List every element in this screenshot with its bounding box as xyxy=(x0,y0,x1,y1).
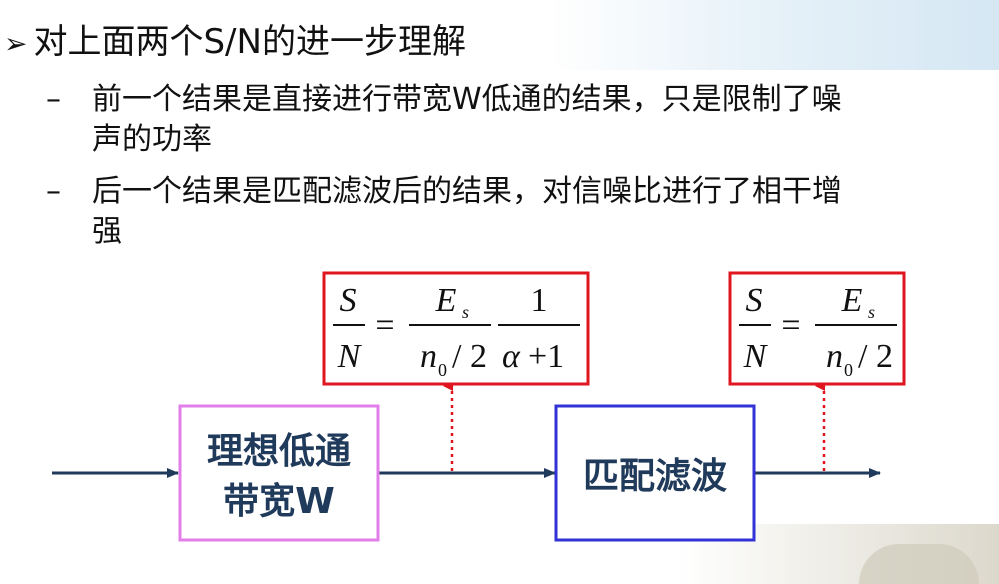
formula-1-one: 1 xyxy=(531,282,548,319)
lowpass-label-1: 理想低通 xyxy=(207,431,351,472)
formula-2-n: n xyxy=(826,338,843,375)
formula-1-s-sub: s xyxy=(462,302,469,322)
formula-2-zero-sub: 0 xyxy=(844,360,853,380)
formula-2-slash2: / 2 xyxy=(858,338,893,375)
lowpass-label-2: 带宽W xyxy=(223,480,335,522)
formula-1-N: N xyxy=(337,338,363,375)
block-diagram: 理想低通 带宽W 匹配滤波 S N = E s n 0 / 2 1 α +1 S… xyxy=(52,271,906,542)
formula-2-N: N xyxy=(743,338,769,375)
formula-1-zero-sub: 0 xyxy=(438,360,447,380)
formula-1-n: n xyxy=(420,338,437,375)
formula-2-eq: = xyxy=(781,307,800,344)
formula-1-eq: = xyxy=(375,307,394,344)
formula-2-S: S xyxy=(746,282,763,319)
formula-2-E: E xyxy=(841,282,863,319)
formula-1-alpha: α xyxy=(502,338,521,375)
matched-filter-label: 匹配滤波 xyxy=(583,456,727,497)
formula-1-S: S xyxy=(340,282,357,319)
formula-1-slash2: / 2 xyxy=(452,338,487,375)
formula-1-plus1: +1 xyxy=(528,338,564,375)
formula-1-E: E xyxy=(435,282,457,319)
formula-2-s-sub: s xyxy=(868,302,875,322)
